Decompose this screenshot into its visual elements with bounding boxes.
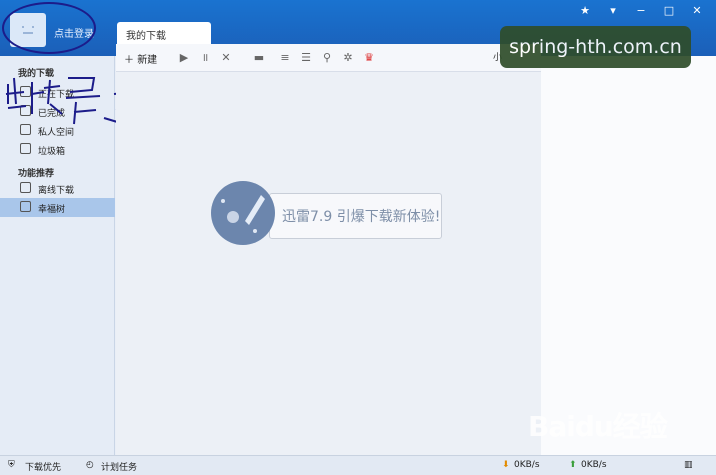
close-icon[interactable]: ✕ xyxy=(690,4,704,17)
baidu-logo-text: Baidu经验 xyxy=(528,410,668,443)
tab-my-downloads[interactable]: 我的下载 xyxy=(117,22,211,44)
skin-icon[interactable]: ★ xyxy=(578,4,592,17)
status-bar: ⛨ 下载优先 ◴ 计划任务 ⬇ 0KB/s ⬆ 0KB/s ▥ xyxy=(0,455,716,475)
watermark-label: spring-hth.com.cn xyxy=(500,26,691,68)
empty-state-message: 迅雷7.9 引爆下载新体验! xyxy=(282,209,441,225)
sort-icon[interactable]: ≡ xyxy=(279,52,291,64)
sidebar-item-label: 离线下载 xyxy=(38,186,75,196)
download-speed: 0KB/s xyxy=(514,460,540,470)
new-button-label: 新建 xyxy=(137,55,158,66)
menu-icon[interactable]: ▾ xyxy=(606,4,620,17)
download-speed-icon: ⬇ xyxy=(502,460,510,470)
sidebar-item-label: 幸福树 xyxy=(38,205,66,215)
section-features: 功能推荐 xyxy=(18,169,55,179)
cloud-icon xyxy=(20,182,31,193)
empty-state: 迅雷7.9 引爆下载新体验! xyxy=(211,181,443,245)
tab-label: 我的下载 xyxy=(126,31,166,42)
sidebar-item-trash[interactable]: 垃圾箱 xyxy=(0,140,115,159)
trash-icon xyxy=(20,143,31,154)
tree-icon xyxy=(20,201,31,212)
schedule-dropdown[interactable]: 计划任务 xyxy=(101,460,137,473)
upload-speed: 0KB/s xyxy=(581,460,607,470)
folder-icon[interactable]: ▬ xyxy=(253,52,265,64)
sidebar-item-offline[interactable]: 离线下载 xyxy=(0,179,115,198)
clock-icon: ◴ xyxy=(86,460,94,470)
empty-state-card: 迅雷7.9 引爆下载新体验! xyxy=(269,193,442,239)
play-icon[interactable]: ▶ xyxy=(178,52,190,64)
right-panel xyxy=(541,56,716,455)
rocket-planet-icon xyxy=(211,181,275,245)
sidebar-item-happy-tree[interactable]: 幸福树 xyxy=(0,198,115,217)
toolbar: ＋ 新建 ▶ ॥ ✕ ▬ ≡ ☰ ⚲ ✲ ♛ xyxy=(116,44,541,72)
sidebar-item-label: 垃圾箱 xyxy=(38,147,66,157)
pause-icon[interactable]: ॥ xyxy=(199,52,211,64)
new-button[interactable]: ＋ 新建 xyxy=(124,51,157,66)
maximize-icon[interactable]: □ xyxy=(662,4,676,17)
annotation-circle xyxy=(2,2,96,54)
minimize-icon[interactable]: − xyxy=(634,4,648,17)
upload-speed-icon: ⬆ xyxy=(569,460,577,470)
gear-icon[interactable]: ✲ xyxy=(342,52,354,64)
baidu-logo: Baidu经验 xyxy=(528,405,668,445)
priority-dropdown[interactable]: 下载优先 xyxy=(25,460,61,473)
vip-icon[interactable]: ♛ xyxy=(363,52,375,64)
delete-icon[interactable]: ✕ xyxy=(220,52,232,64)
search-icon[interactable]: ⚲ xyxy=(321,52,333,64)
shield-icon: ⛨ xyxy=(8,460,15,470)
panel-toggle-icon[interactable]: ▥ xyxy=(684,460,693,470)
list-icon[interactable]: ☰ xyxy=(300,52,312,64)
main-panel: ＋ 新建 ▶ ॥ ✕ ▬ ≡ ☰ ⚲ ✲ ♛ xyxy=(116,44,541,455)
window-controls: ★ ▾ − □ ✕ xyxy=(578,4,704,17)
